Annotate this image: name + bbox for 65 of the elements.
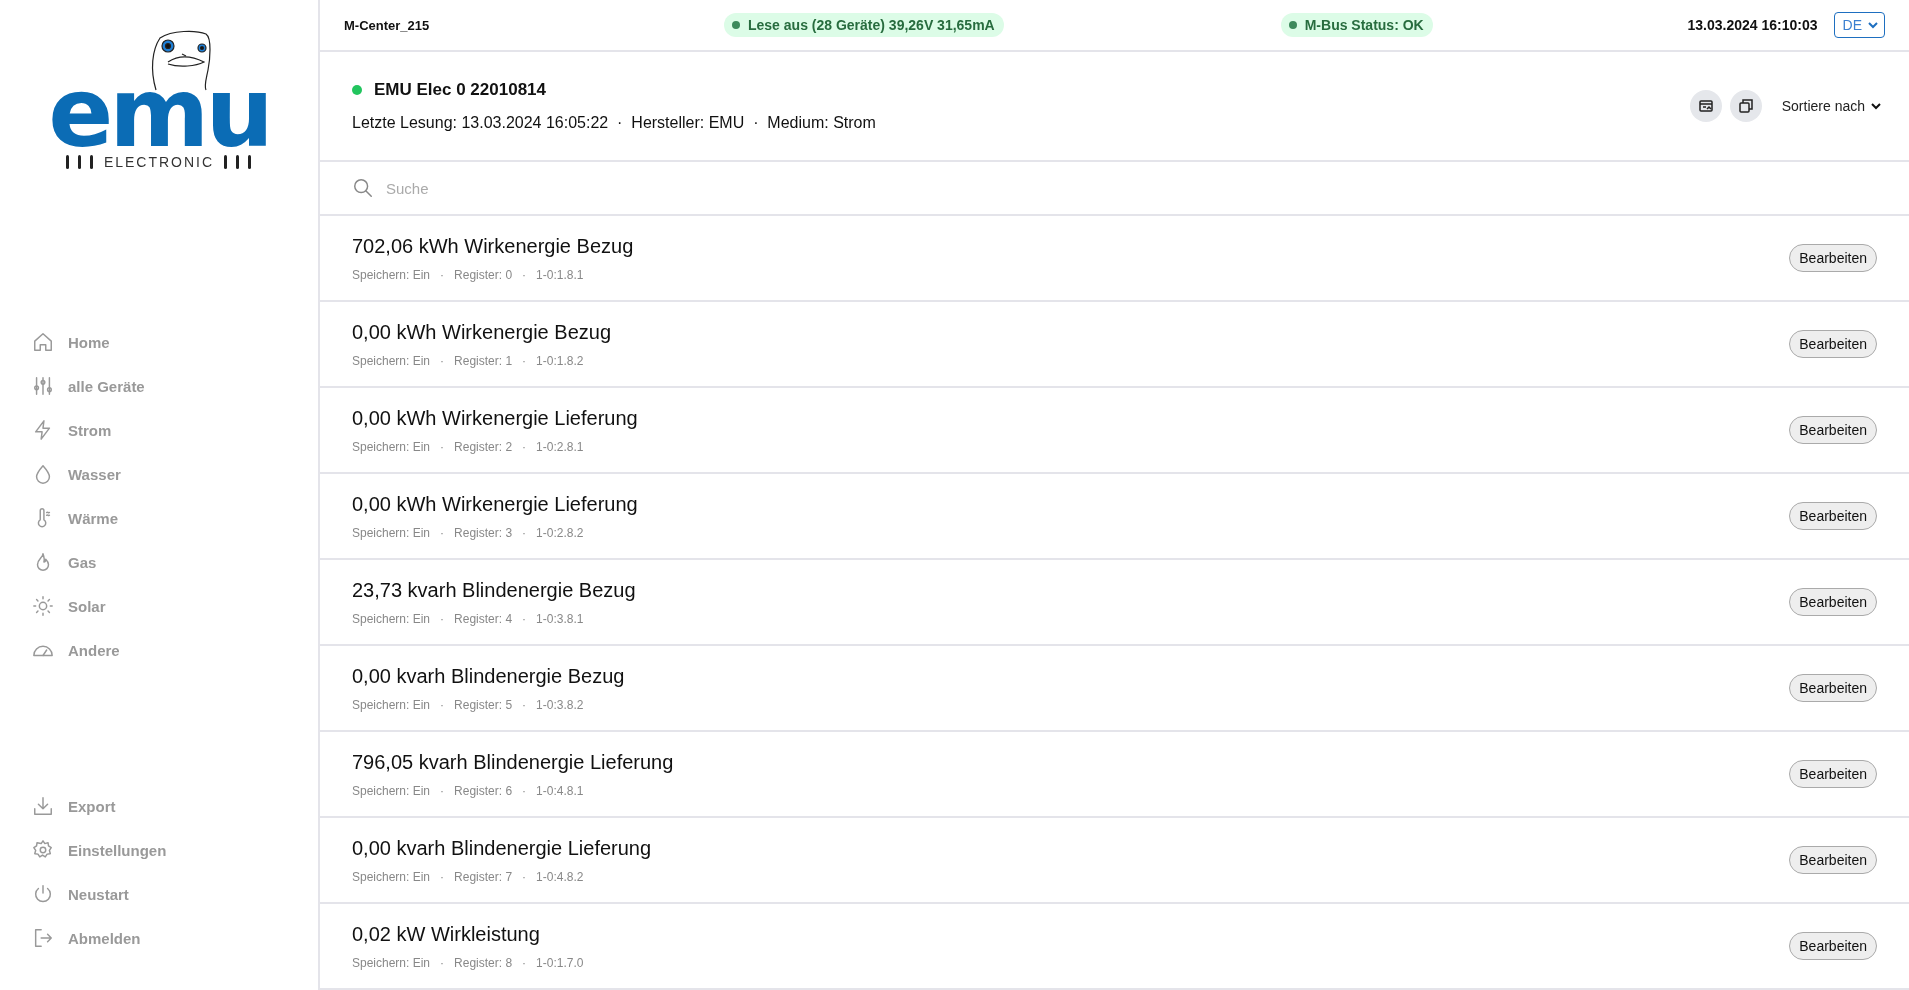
sidebar-item[interactable]: Strom	[32, 408, 318, 452]
bars-icon	[65, 155, 94, 169]
edit-button[interactable]: Bearbeiten	[1789, 674, 1877, 702]
status-pill: Lese aus (28 Geräte) 39,26V 31,65mA	[724, 13, 1004, 37]
copy-button[interactable]	[1729, 90, 1762, 122]
register-meta: Speichern: Ein · Register: 1 · 1-0:1.8.2	[352, 353, 585, 368]
edit-button[interactable]: Bearbeiten	[1789, 244, 1877, 272]
register-title: 0,00 kvarh Blindenergie Lieferung	[352, 836, 652, 860]
register-meta: Speichern: Ein · Register: 2 · 1-0:2.8.1	[352, 439, 585, 454]
logo-wordmark: emu	[48, 78, 270, 148]
register-meta: Speichern: Ein · Register: 4 · 1-0:3.8.1	[352, 611, 585, 626]
register-meta: Speichern: Ein · Register: 3 · 1-0:2.8.2	[352, 525, 585, 540]
sidebar-item[interactable]: Andere	[32, 628, 318, 672]
chevron-down-icon	[1868, 21, 1878, 29]
edit-button[interactable]: Bearbeiten	[1789, 760, 1877, 788]
register-title: 0,00 kWh Wirkenergie Lieferung	[352, 492, 638, 516]
language-select[interactable]: DE	[1833, 12, 1885, 38]
register-title: 0,00 kWh Wirkenergie Bezug	[352, 320, 611, 344]
bars-icon	[224, 155, 253, 169]
search-icon	[352, 177, 374, 199]
card-refresh-icon	[1697, 98, 1714, 114]
copy-icon	[1737, 98, 1754, 114]
meter-info: Letzte Lesung: 13.03.2024 16:05:22 · Hersteller: EMU · Medium: Strom	[352, 114, 876, 132]
sidebar-item[interactable]: alle Geräte	[32, 364, 318, 408]
sidebar-item[interactable]: Solar	[32, 584, 318, 628]
home-icon	[32, 331, 54, 353]
chevron-down-icon	[1871, 102, 1881, 110]
edit-button[interactable]: Bearbeiten	[1789, 846, 1877, 874]
register-meta: Speichern: Ein · Register: 5 · 1-0:3.8.2	[352, 697, 585, 712]
sidebar-item[interactable]: Home	[32, 320, 318, 364]
register-title: 702,06 kWh Wirkenergie Bezug	[352, 234, 634, 258]
sidebar-item[interactable]: Abmelden	[32, 916, 318, 960]
settings-icon	[32, 839, 54, 861]
register-title: 0,00 kvarh Blindenergie Bezug	[352, 664, 625, 688]
register-title: 796,05 kvarh Blindenergie Lieferung	[352, 750, 674, 774]
sidebar-item[interactable]: Wärme	[32, 496, 318, 540]
sidebar-item[interactable]: Neustart	[32, 872, 318, 916]
register-meta: Speichern: Ein · Register: 7 · 1-0:4.8.2	[352, 869, 585, 884]
register-title: 0,00 kWh Wirkenergie Lieferung	[352, 406, 638, 430]
sidebar-item[interactable]: Einstellungen	[32, 828, 318, 872]
status-pill: M-Bus Status: OK	[1280, 13, 1433, 37]
edit-button[interactable]: Bearbeiten	[1789, 502, 1877, 530]
edit-button[interactable]: Bearbeiten	[1789, 330, 1877, 358]
date-time: 13.03.2024 16:10:03	[1687, 17, 1818, 33]
sidebar-item[interactable]: Wasser	[32, 452, 318, 496]
sun-icon	[32, 595, 54, 617]
register-meta: Speichern: Ein · Register: 8 · 1-0:1.7.0	[352, 955, 584, 970]
edit-button[interactable]: Bearbeiten	[1789, 588, 1877, 616]
download-icon	[32, 795, 54, 817]
edit-button[interactable]: Bearbeiten	[1789, 416, 1877, 444]
register-meta: Speichern: Ein · Register: 6 · 1-0:4.8.1	[352, 783, 585, 798]
meter-name: EMU Elec 0 22010814	[374, 80, 546, 100]
refresh-button[interactable]	[1689, 90, 1722, 122]
sidebar-item[interactable]: Gas	[32, 540, 318, 584]
sliders-icon	[32, 375, 54, 397]
logout-icon	[32, 927, 54, 949]
register-meta: Speichern: Ein · Register: 0 · 1-0:1.8.1	[352, 267, 585, 282]
logo-tagline: ELECTRONIC	[103, 154, 215, 170]
sort-dropdown[interactable]: Sortiere nach	[1777, 94, 1885, 118]
device-name: M-Center_215	[344, 17, 431, 33]
edit-button[interactable]: Bearbeiten	[1789, 932, 1877, 960]
sidebar-item[interactable]: Export	[32, 784, 318, 828]
register-title: 0,02 kW Wirkleistung	[352, 922, 541, 946]
power-icon	[32, 883, 54, 905]
register-title: 23,73 kvarh Blindenergie Bezug	[352, 578, 636, 602]
